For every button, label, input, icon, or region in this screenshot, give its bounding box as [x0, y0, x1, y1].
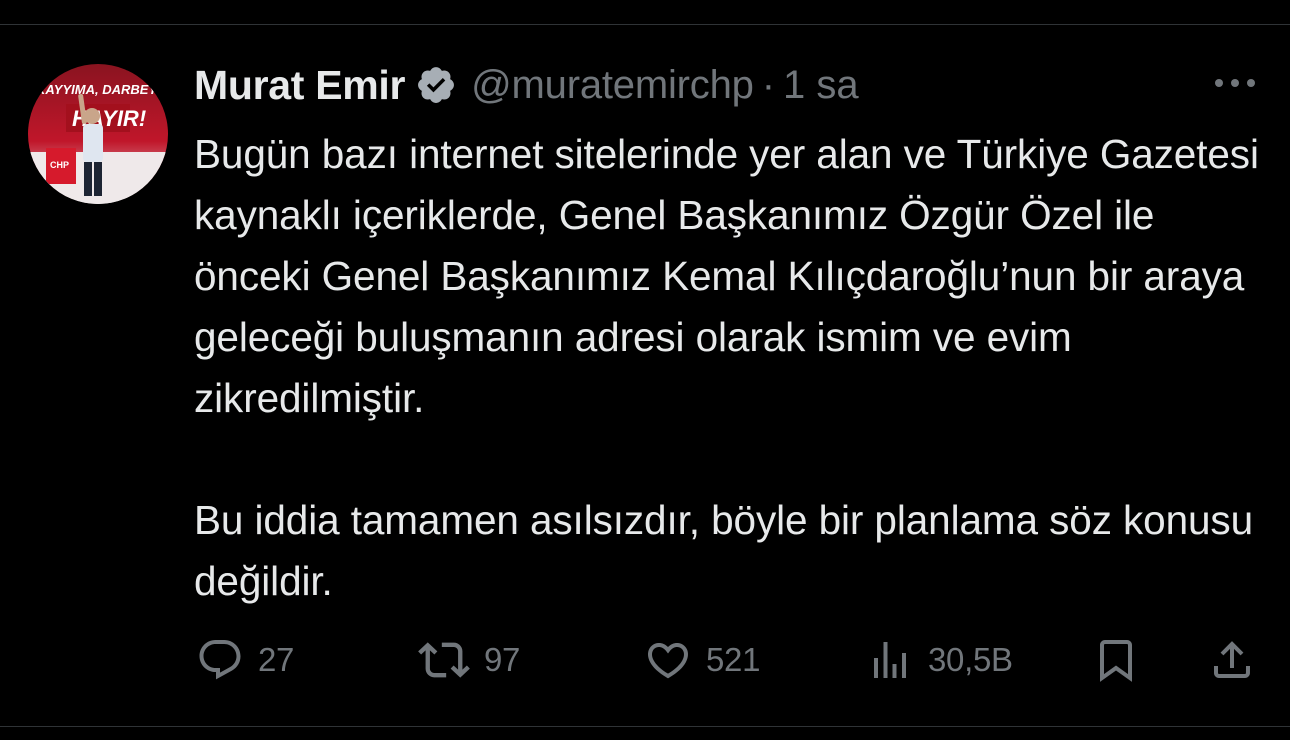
tweet-paragraph-1: Bugün bazı internet sitelerinde yer alan… [194, 131, 1259, 421]
tweet-actions-bar: 27 97 521 30,5B [0, 630, 1290, 690]
reply-icon [199, 640, 241, 680]
like-button[interactable]: 521 [644, 630, 760, 690]
tweet-text: Bugün bazı internet sitelerinde yer alan… [194, 124, 1264, 612]
avatar-podium-text: CHP [50, 160, 69, 170]
top-divider [0, 24, 1290, 25]
avatar[interactable]: KAYYIMA, DARBEY HAYIR! CHP [28, 64, 168, 204]
verified-badge-icon[interactable] [415, 64, 457, 106]
repost-count: 97 [484, 641, 521, 678]
views-chart-icon [874, 642, 906, 678]
header-separator: · [761, 62, 776, 107]
views-count: 30,5B [928, 641, 1013, 678]
bookmark-icon [1100, 640, 1132, 682]
share-icon [1214, 641, 1250, 678]
more-horizontal-icon[interactable] [1210, 68, 1260, 98]
author-handle[interactable]: @muratemirchp [471, 63, 754, 108]
heart-icon [647, 643, 689, 679]
repost-icon [418, 642, 470, 678]
views-button[interactable]: 30,5B [866, 630, 1013, 690]
bottom-divider [0, 726, 1290, 727]
reply-button[interactable]: 27 [196, 630, 294, 690]
like-count: 521 [706, 641, 761, 678]
tweet-timestamp[interactable]: 1 sa [783, 63, 859, 108]
avatar-banner-text: KAYYIMA, DARBEY [36, 82, 158, 97]
avatar-image: KAYYIMA, DARBEY HAYIR! CHP [28, 64, 168, 204]
bookmark-button[interactable] [1092, 630, 1140, 690]
tweet-paragraph-2: Bu iddia tamamen asılsızdır, böyle bir p… [194, 497, 1254, 604]
author-display-name[interactable]: Murat Emir [194, 62, 405, 109]
tweet-header: Murat Emir @muratemirchp · 1 sa [194, 58, 859, 112]
repost-button[interactable]: 97 [418, 630, 520, 690]
share-button[interactable] [1208, 630, 1256, 690]
reply-count: 27 [258, 641, 295, 678]
